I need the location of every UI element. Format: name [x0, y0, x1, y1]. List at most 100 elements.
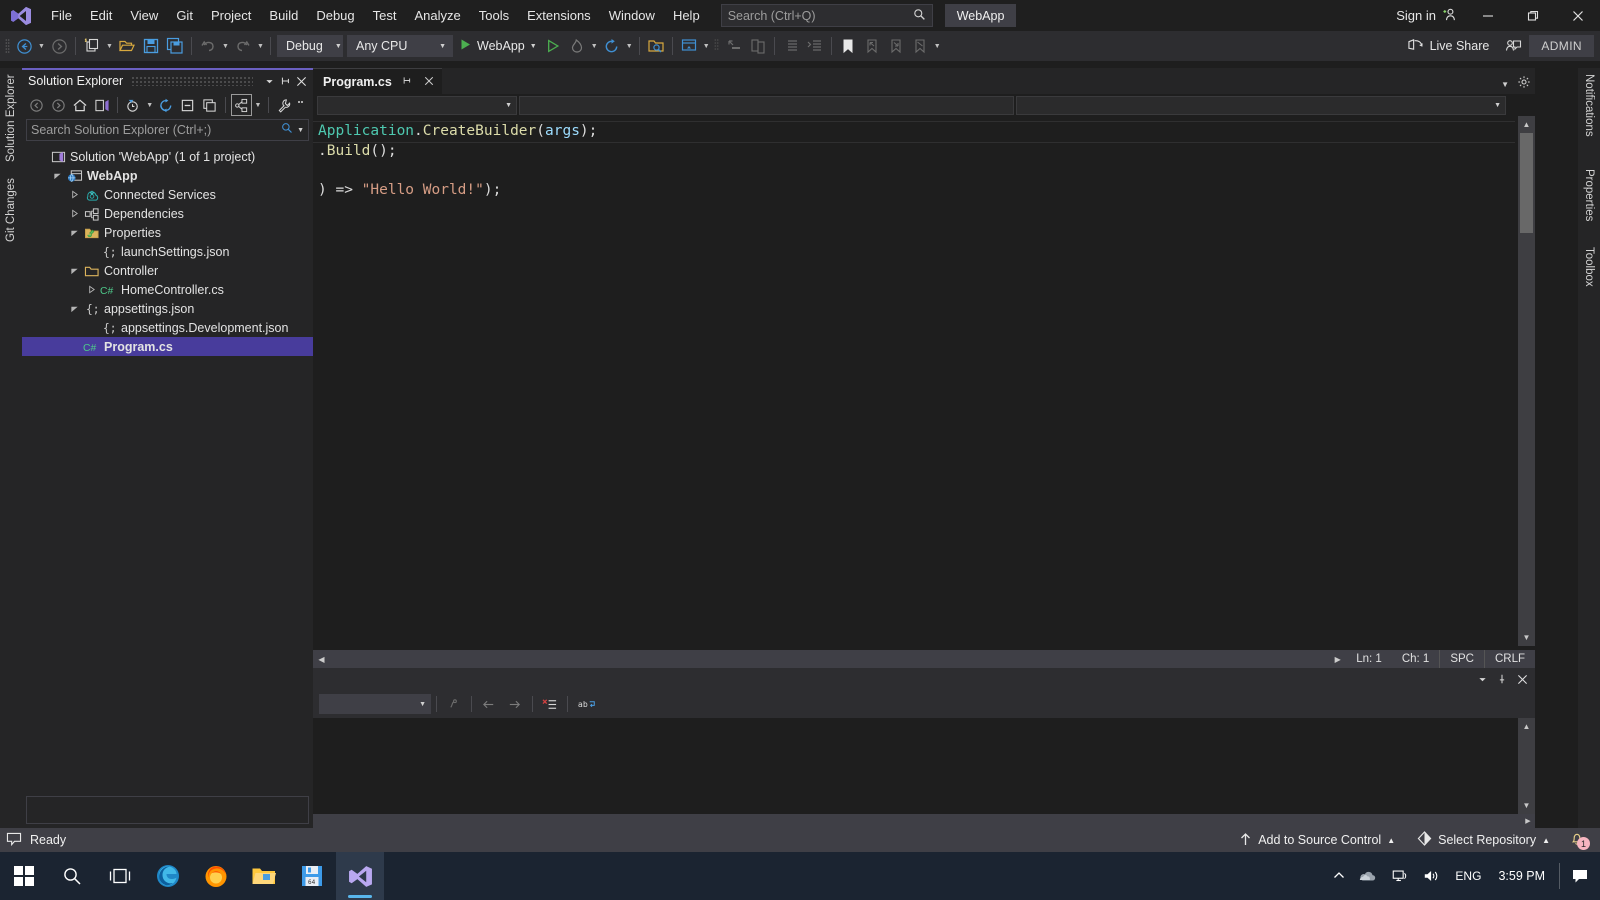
undo-icon[interactable] — [196, 34, 220, 58]
window-layout-icon[interactable] — [677, 34, 701, 58]
global-search-input[interactable]: Search (Ctrl+Q) — [720, 4, 933, 27]
compare-files-icon[interactable] — [746, 34, 770, 58]
tree-node-dependencies[interactable]: Dependencies — [22, 204, 313, 223]
file-explorer-button[interactable] — [240, 852, 288, 900]
forward-icon[interactable] — [48, 94, 69, 116]
redo-icon[interactable] — [231, 34, 255, 58]
refresh-icon[interactable] — [156, 94, 177, 116]
chevron-down-icon[interactable] — [1473, 670, 1491, 688]
menu-window[interactable]: Window — [600, 0, 664, 31]
output-source-combo[interactable]: ▼ — [319, 694, 431, 714]
menu-debug[interactable]: Debug — [307, 0, 363, 31]
menu-analyze[interactable]: Analyze — [405, 0, 469, 31]
window-layout-caret-icon[interactable]: ▼ — [701, 34, 712, 58]
scroll-right-arrow-icon[interactable]: ▶ — [1521, 817, 1535, 825]
solution-platform-combo[interactable]: Any CPU ▼ — [347, 35, 453, 57]
indentation-indicator[interactable]: SPC — [1439, 650, 1484, 668]
menu-view[interactable]: View — [121, 0, 167, 31]
hot-reload-icon[interactable] — [565, 34, 589, 58]
close-icon[interactable] — [422, 75, 436, 89]
solution-configuration-combo[interactable]: Debug ▼ — [277, 35, 343, 57]
start-without-debugging-icon[interactable] — [541, 34, 565, 58]
tree-node-controller[interactable]: Controller — [22, 261, 313, 280]
navigate-forward-icon[interactable] — [47, 34, 71, 58]
tree-node-program-cs[interactable]: C# Program.cs — [22, 337, 313, 356]
menu-help[interactable]: Help — [664, 0, 709, 31]
vertical-scroll-thumb[interactable] — [1520, 133, 1533, 233]
expander-collapsed-icon[interactable] — [66, 185, 82, 204]
collapse-all-icon[interactable] — [178, 94, 199, 116]
nav-project-combo[interactable]: ▼ — [317, 95, 517, 115]
restart-caret-icon[interactable]: ▼ — [624, 34, 635, 58]
action-center-icon[interactable] — [1564, 852, 1596, 900]
toolbar-grip[interactable] — [712, 37, 722, 55]
add-to-source-control-button[interactable]: Add to Source Control ▲ — [1231, 828, 1403, 852]
save-icon[interactable] — [139, 34, 163, 58]
menu-tools[interactable]: Tools — [470, 0, 518, 31]
dock-tab-notifications[interactable]: Notifications — [1579, 68, 1599, 163]
taskbar-search-button[interactable] — [48, 852, 96, 900]
toggle-word-wrap-icon[interactable]: ab — [573, 693, 601, 715]
expander-expanded-icon[interactable] — [66, 299, 82, 318]
editor-vertical-scrollbar[interactable]: ▲ ▼ — [1518, 116, 1535, 646]
show-hidden-icons-button[interactable] — [1326, 852, 1352, 900]
close-button[interactable] — [1555, 0, 1600, 31]
visual-studio-button[interactable] — [336, 852, 384, 900]
menu-git[interactable]: Git — [167, 0, 202, 31]
language-indicator[interactable]: ENG — [1448, 852, 1488, 900]
view-class-diagram-icon[interactable] — [230, 94, 252, 116]
menu-extensions[interactable]: Extensions — [518, 0, 600, 31]
next-bookmark-icon[interactable] — [884, 34, 908, 58]
chevron-down-icon[interactable]: ▼ — [1501, 80, 1509, 89]
step-into-icon[interactable] — [722, 34, 746, 58]
open-file-icon[interactable] — [115, 34, 139, 58]
menu-test[interactable]: Test — [364, 0, 406, 31]
gear-icon[interactable] — [1517, 75, 1531, 94]
tree-node-connected-services[interactable]: Connected Services — [22, 185, 313, 204]
filter-caret-icon[interactable]: ▼ — [145, 93, 155, 117]
back-icon[interactable] — [26, 94, 47, 116]
restart-icon[interactable] — [600, 34, 624, 58]
horizontal-scroll-track[interactable] — [330, 650, 1330, 668]
pending-changes-filter-icon[interactable] — [123, 94, 144, 116]
network-icon[interactable] — [1384, 852, 1416, 900]
task-view-button[interactable] — [96, 852, 144, 900]
firefox-button[interactable] — [192, 852, 240, 900]
dock-tab-solution-explorer[interactable]: Solution Explorer — [1, 68, 21, 168]
onedrive-icon[interactable] — [1352, 852, 1384, 900]
microsoft-edge-button[interactable] — [144, 852, 192, 900]
dock-tab-git-changes[interactable]: Git Changes — [1, 168, 21, 248]
minimize-button[interactable] — [1465, 0, 1510, 31]
nav-type-combo[interactable] — [519, 95, 1014, 115]
output-horizontal-scrollbar[interactable]: ▶ — [313, 814, 1535, 828]
tree-node-solution-webapp-1-of-1-project[interactable]: Solution 'WebApp' (1 of 1 project) — [22, 147, 313, 166]
expander-collapsed-icon[interactable] — [66, 204, 82, 223]
output-vertical-scrollbar[interactable]: ▲ ▼ — [1518, 718, 1535, 814]
close-icon[interactable] — [1513, 670, 1531, 688]
bookmark-icon[interactable] — [836, 34, 860, 58]
expander-expanded-icon[interactable] — [49, 166, 65, 185]
scroll-left-arrow-icon[interactable]: ◀ — [313, 650, 330, 668]
show-all-files-icon[interactable] — [199, 94, 220, 116]
back-history-caret-icon[interactable]: ▼ — [36, 34, 47, 58]
go-to-previous-icon[interactable] — [477, 693, 501, 715]
previous-bookmark-icon[interactable] — [860, 34, 884, 58]
scroll-down-arrow-icon[interactable]: ▼ — [1518, 629, 1535, 646]
new-project-caret-icon[interactable]: ▼ — [104, 34, 115, 58]
output-text-area[interactable] — [313, 718, 1518, 814]
class-diagram-caret-icon[interactable]: ▼ — [253, 93, 263, 117]
expander-expanded-icon[interactable] — [66, 223, 82, 242]
chevron-down-icon[interactable] — [261, 72, 277, 90]
home-icon[interactable] — [69, 94, 90, 116]
code-editor-surface[interactable]: Application.CreateBuilder(args); .Build()… — [313, 116, 1515, 646]
start-button[interactable] — [0, 852, 48, 900]
send-feedback-icon[interactable] — [1501, 34, 1525, 58]
expander-collapsed-icon[interactable] — [83, 280, 99, 299]
maximize-restore-button[interactable] — [1510, 0, 1555, 31]
toolbar-overflow-icon[interactable]: ▼ — [932, 34, 943, 58]
navigate-back-icon[interactable] — [12, 34, 36, 58]
go-to-next-icon[interactable] — [503, 693, 527, 715]
line-ending-indicator[interactable]: CRLF — [1483, 650, 1535, 668]
pin-icon[interactable] — [400, 75, 414, 89]
properties-wrench-icon[interactable] — [274, 94, 295, 116]
